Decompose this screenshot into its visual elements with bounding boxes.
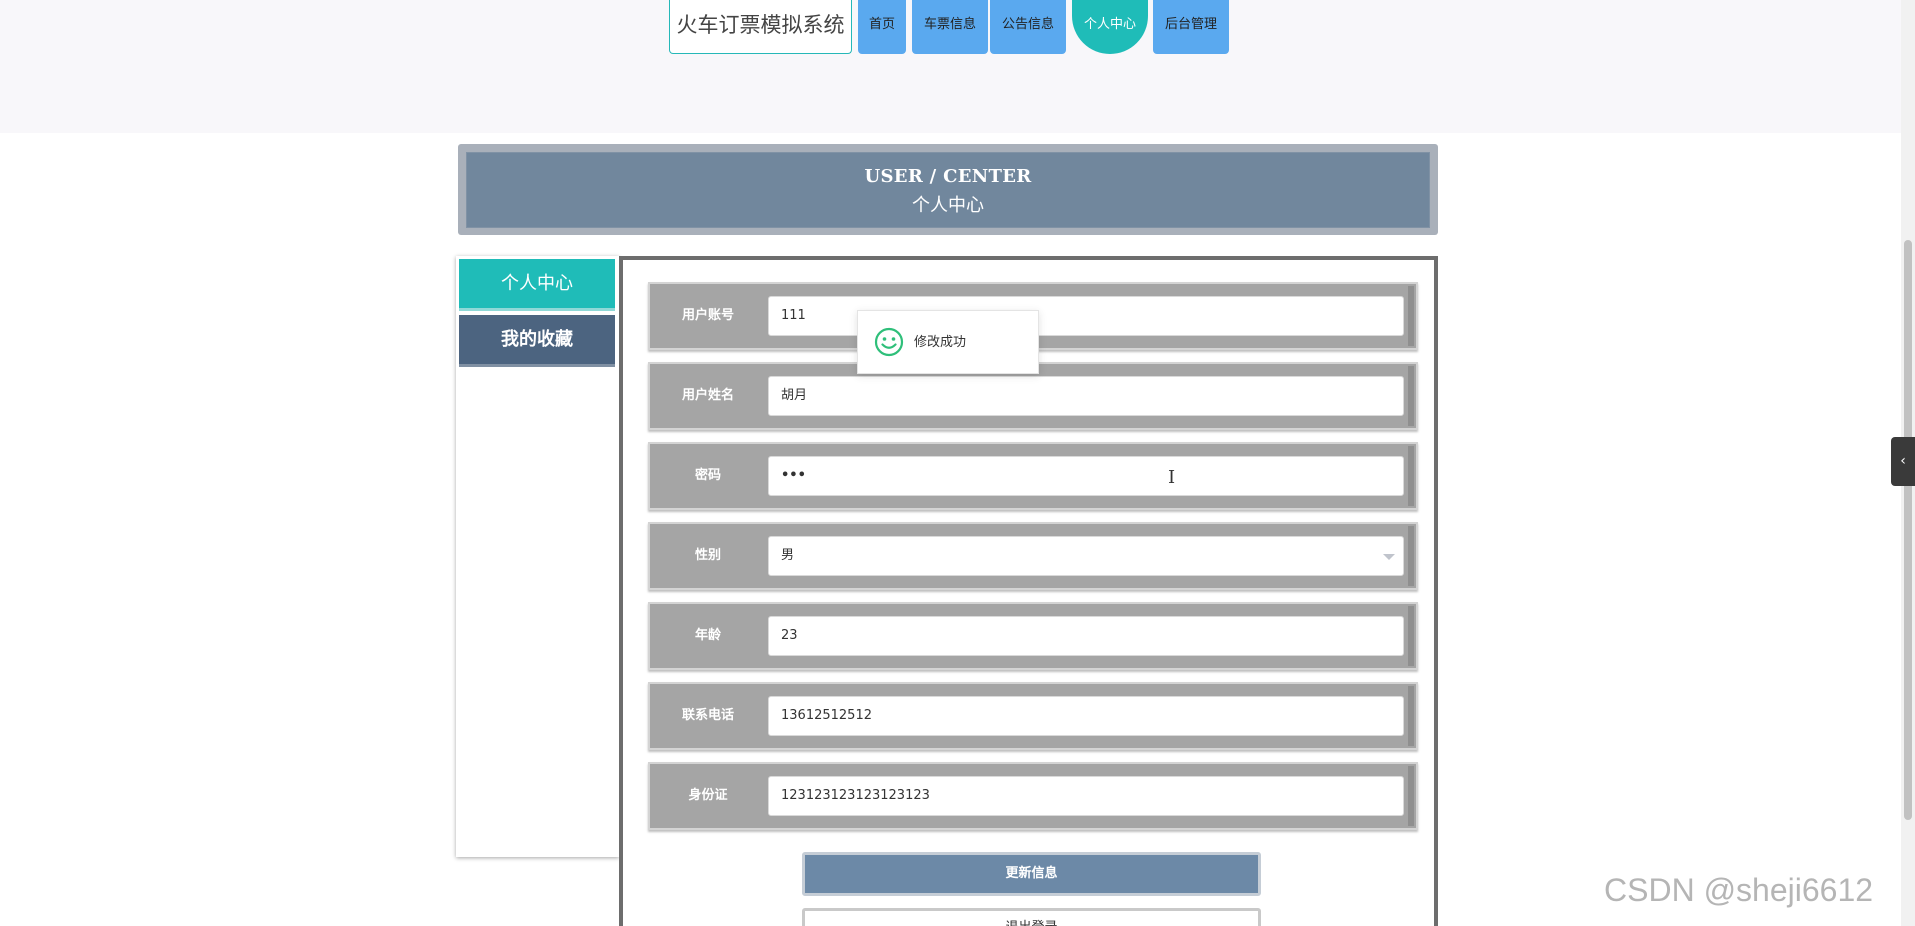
password-input[interactable]: ••• [768,456,1404,496]
form-row-gender: 性别 男 [648,522,1418,590]
banner-inner: USER / CENTER 个人中心 [466,152,1430,228]
text-cursor-icon: I [1168,467,1176,488]
password-label: 密码 [694,468,721,483]
name-input[interactable]: 胡月 [768,376,1404,416]
watermark: CSDN @sheji6612 [1604,872,1874,908]
scrollbar-thumb[interactable] [1904,240,1912,820]
update-info-button[interactable]: 更新信息 [802,852,1261,896]
gender-label: 性别 [694,548,721,563]
gender-value: 男 [781,548,795,563]
nav-tickets[interactable]: 车票信息 [912,0,988,54]
collapse-side-tab[interactable]: ‹ [1891,437,1915,486]
gender-select[interactable]: 男 [768,536,1404,576]
sidebar: 个人中心 我的收藏 [456,256,619,857]
nav-home[interactable]: 首页 [858,0,906,54]
id-card-input[interactable]: 123123123123123123 [768,776,1404,816]
age-label: 年龄 [694,628,721,643]
account-label: 用户账号 [681,308,734,323]
form-row-id-card: 身份证 123123123123123123 [648,762,1418,830]
toast-message: 修改成功 [914,335,967,350]
site-title[interactable]: 火车订票模拟系统 [669,0,852,54]
id-card-label: 身份证 [688,788,728,803]
phone-label: 联系电话 [681,708,734,723]
form-row-password: 密码 ••• [648,442,1418,510]
banner-title-en: USER / CENTER [864,166,1032,187]
success-toast: 修改成功 [857,310,1039,374]
age-input[interactable]: 23 [768,616,1404,656]
page-banner: USER / CENTER 个人中心 [458,144,1438,235]
form-row-phone: 联系电话 13612512512 [648,682,1418,750]
chevron-down-icon [1383,554,1395,560]
name-label: 用户姓名 [681,388,734,403]
nav-announcements[interactable]: 公告信息 [990,0,1066,54]
nav-admin[interactable]: 后台管理 [1153,0,1229,54]
top-navigation-bar: 火车订票模拟系统 首页 车票信息 公告信息 个人中心 后台管理 [0,0,1915,133]
form-row-age: 年龄 23 [648,602,1418,670]
sidebar-item-user-center[interactable]: 个人中心 [459,259,615,311]
banner-title-cn: 个人中心 [912,195,984,216]
logout-button[interactable]: 退出登录 [802,908,1261,926]
smile-icon [874,327,904,357]
nav-user-center[interactable]: 个人中心 [1072,0,1148,54]
sidebar-item-favorites[interactable]: 我的收藏 [459,315,615,367]
phone-input[interactable]: 13612512512 [768,696,1404,736]
